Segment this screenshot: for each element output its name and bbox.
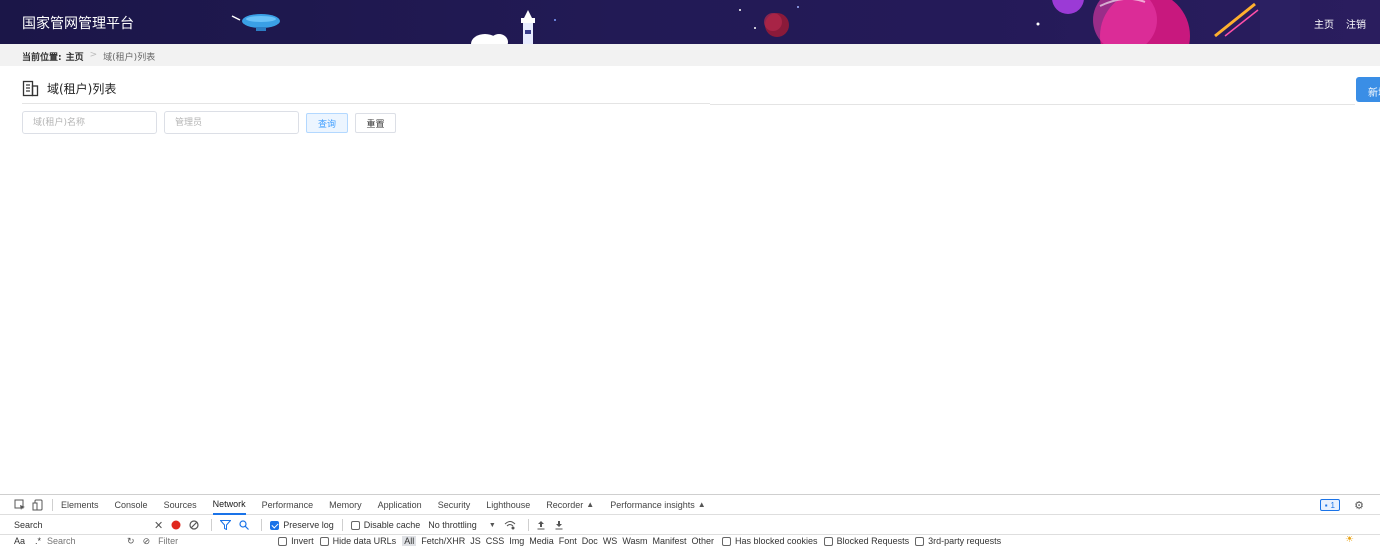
breadcrumb-current: 域(租户)列表 [103,53,156,63]
app-title: 国家管网管理平台 [22,16,134,32]
blocked-requests-checkbox[interactable] [823,536,833,546]
stars-decoration [554,6,799,29]
network-conditions-icon[interactable] [504,520,516,530]
building-icon [22,80,39,97]
heading-divider-right [710,104,1355,105]
planet-decoration [764,13,789,37]
page-title: 域(租户)列表 [47,82,117,96]
breadcrumb-home-link[interactable]: 主页 [66,50,84,63]
upload-icon[interactable] [537,520,545,530]
breadcrumb-prefix: 当前位置: [22,53,62,63]
nav-home-link[interactable]: 主页 [1314,16,1334,31]
devtools-tab-bar: Elements Console Sources Network Perform… [0,495,1380,515]
toolbar-divider [52,498,53,511]
tab-performance-insights[interactable]: Performance insights [610,495,695,515]
tab-console[interactable]: Console [115,495,148,515]
clear-icon[interactable] [189,520,199,530]
tenant-name-input[interactable] [22,111,157,134]
breadcrumb: 当前位置: 主页 > 域(租户)列表 [22,50,155,63]
breadcrumb-bar: 当前位置: 主页 > 域(租户)列表 [0,44,1380,66]
issues-count: 1 [1330,500,1335,510]
dropdown-arrow-icon[interactable]: ▼ [489,522,496,529]
heading-divider [22,103,710,104]
search-icon[interactable] [239,520,250,530]
settings-gear-icon[interactable]: ⚙ [1354,499,1364,512]
lighthouse-decoration [471,10,535,44]
query-button[interactable]: 查询 [306,113,348,133]
tab-memory[interactable]: Memory [329,495,362,515]
disable-cache-checkbox[interactable] [350,520,360,530]
admin-input[interactable] [164,111,299,134]
toolbar-divider [341,519,343,531]
add-tenant-button[interactable]: 新增 [1356,77,1380,102]
tab-network[interactable]: Network [212,495,246,515]
airship-decoration [231,14,280,31]
flask-icon: ▲ [586,500,595,509]
issues-badge[interactable]: ▪ 1 [1319,499,1340,511]
tab-security[interactable]: Security [438,495,471,515]
throttling-select[interactable]: No throttling [428,520,477,530]
ringed-planet-decoration [1036,0,1300,44]
page-heading: 域(租户)列表 [22,80,116,97]
hide-data-urls-checkbox[interactable] [319,536,329,546]
breadcrumb-separator: > [89,50,98,60]
tab-elements[interactable]: Elements [61,495,99,515]
sun-icon: ☀ [1345,536,1354,545]
network-toolbar: Search ✕ Preserve log Disable cache No t… [0,516,1380,535]
download-icon[interactable] [555,520,563,530]
device-toolbar-icon[interactable] [32,499,44,511]
record-icon[interactable] [171,520,181,530]
toolbar-divider [211,519,213,531]
close-icon[interactable]: ✕ [154,519,163,532]
toolbar-divider [527,519,529,531]
has-blocked-cookies-checkbox[interactable] [722,536,732,546]
app-header: 国家管网管理平台 主页 注销 [0,0,1380,44]
tab-lighthouse[interactable]: Lighthouse [486,495,530,515]
inspect-element-icon[interactable] [14,499,26,511]
reset-button[interactable]: 重置 [355,113,396,133]
tab-sources[interactable]: Sources [164,495,197,515]
filter-icon[interactable] [220,520,232,530]
tab-performance[interactable]: Performance [262,495,314,515]
search-drawer-tab[interactable]: Search [14,520,154,530]
preserve-log-checkbox[interactable] [270,520,280,530]
tab-recorder[interactable]: Recorder [546,495,583,515]
preserve-log-label: Preserve log [283,520,334,530]
flask-icon: ▲ [697,500,706,509]
disable-cache-label: Disable cache [363,520,421,530]
invert-checkbox[interactable] [278,536,288,546]
devtools-panel: Elements Console Sources Network Perform… [0,494,1380,546]
third-party-checkbox[interactable] [915,536,925,546]
toolbar-divider [261,519,263,531]
tab-application[interactable]: Application [378,495,422,515]
header-nav: 主页 注销 [1314,16,1366,31]
message-icon: ▪ [1324,500,1328,510]
nav-logout-link[interactable]: 注销 [1346,16,1366,31]
